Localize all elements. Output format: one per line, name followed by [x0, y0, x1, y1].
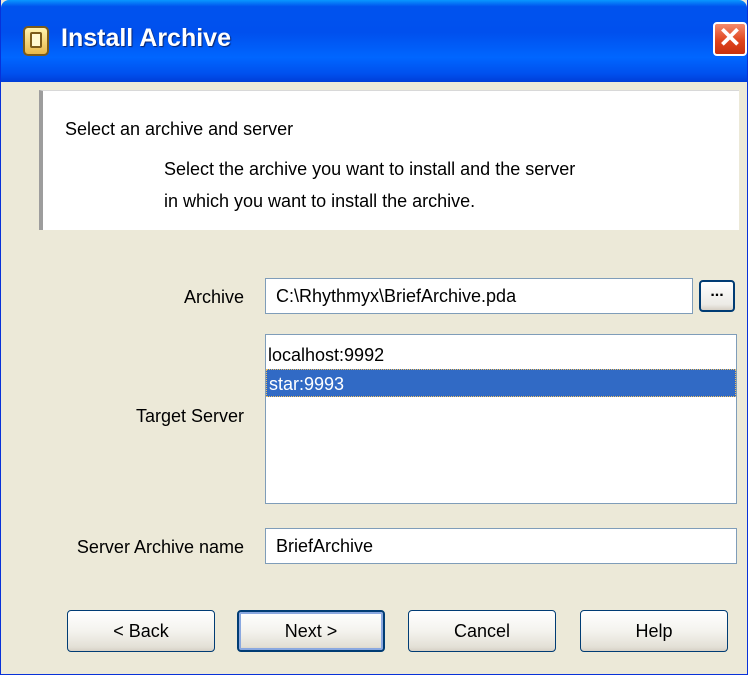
archive-icon	[23, 26, 49, 56]
help-button[interactable]: Help	[580, 610, 728, 652]
close-icon: ✕	[718, 22, 742, 53]
archive-label: Archive	[183, 287, 244, 307]
close-button[interactable]: ✕	[713, 22, 747, 56]
header-title: Select an archive and server	[65, 119, 294, 139]
header-panel: Select an archive and server Select the …	[39, 90, 739, 230]
server-archive-name-label: Server Archive name	[76, 537, 244, 557]
header-description-line-1: Select the archive you want to install a…	[164, 159, 576, 179]
header-description: Select the archive you want to install a…	[164, 153, 684, 217]
archive-path-field[interactable]: C:\Rhythmyx\BriefArchive.pda	[265, 278, 693, 314]
server-item-star[interactable]: star:9993	[266, 369, 736, 397]
back-button[interactable]: < Back	[67, 610, 215, 652]
browse-button[interactable]: ...	[699, 280, 735, 312]
cancel-button[interactable]: Cancel	[408, 610, 556, 652]
title-bar[interactable]: Install Archive ✕	[1, 0, 747, 82]
target-server-label: Target Server	[135, 406, 244, 426]
window-title: Install Archive	[61, 24, 231, 52]
target-server-list[interactable]: localhost:9992 star:9993	[265, 334, 737, 504]
install-archive-dialog: Install Archive ✕ Select an archive and …	[0, 0, 748, 675]
header-description-line-2: in which you want to install the archive…	[164, 191, 476, 211]
server-archive-name-field[interactable]: BriefArchive	[265, 528, 737, 564]
server-item-localhost[interactable]: localhost:9992	[266, 341, 736, 369]
next-button[interactable]: Next >	[237, 610, 385, 652]
